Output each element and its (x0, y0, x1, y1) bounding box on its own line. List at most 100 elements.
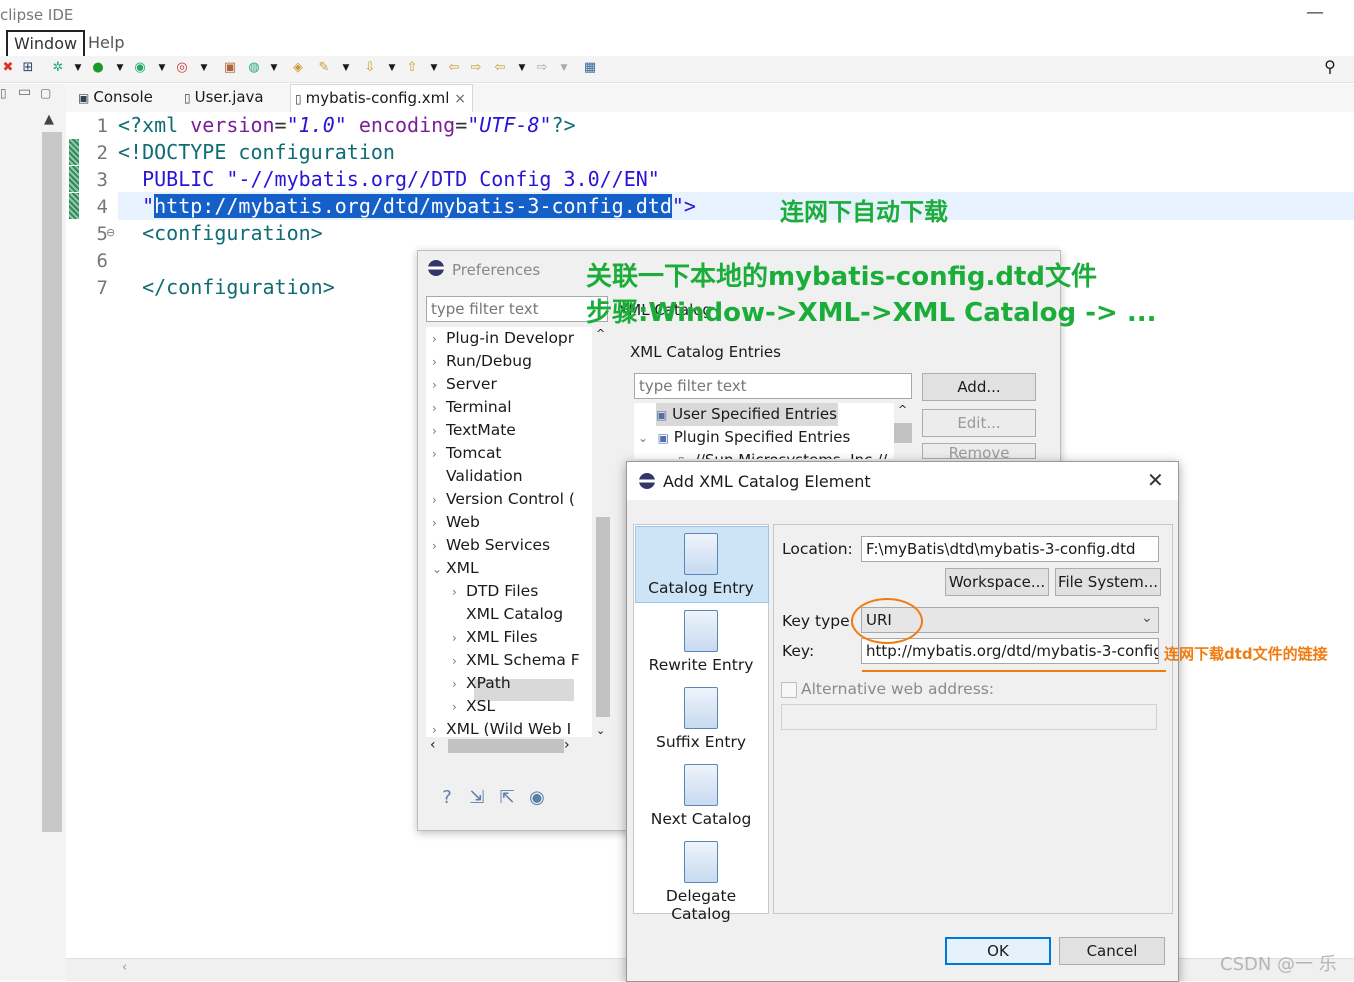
close-tab-icon[interactable]: × (454, 91, 466, 107)
tree-item[interactable]: › XPath (452, 672, 511, 695)
back-dropdown-icon[interactable]: ▼ (514, 60, 530, 76)
expand-chevron-icon[interactable]: › (432, 420, 446, 443)
skip-breakpoints-icon[interactable]: ⊞ (20, 60, 36, 76)
rewrite-entry-item[interactable]: Rewrite Entry (634, 610, 768, 674)
expand-chevron-icon[interactable]: › (432, 535, 446, 558)
tab-user-java[interactable]: ▯ User.java (180, 84, 264, 111)
tree-item[interactable]: › Server (432, 373, 497, 396)
preferences-filter-input[interactable]: type filter text (426, 296, 608, 322)
delegate-catalog-item[interactable]: Delegate Catalog (634, 841, 768, 923)
tree-item[interactable]: › Web (432, 511, 480, 534)
expand-chevron-icon[interactable]: › (432, 328, 446, 351)
key-input[interactable]: http://mybatis.org/dtd/mybatis-3-config (861, 638, 1159, 664)
minimize-button[interactable]: — (1306, 2, 1324, 23)
expand-chevron-icon[interactable]: › (452, 581, 466, 604)
entry-plugin-specified[interactable]: ⌄ ▣ Plugin Specified Entries (638, 426, 850, 449)
ok-button[interactable]: OK (945, 937, 1051, 965)
entry-user-specified[interactable]: ▣ User Specified Entries (656, 403, 837, 426)
expand-chevron-icon[interactable]: › (452, 696, 466, 719)
new-class-dropdown-icon[interactable]: ▼ (266, 60, 282, 76)
export-icon[interactable]: ⇱ (496, 787, 518, 809)
scroll-left-icon[interactable]: ‹ (122, 960, 127, 975)
tree-item[interactable]: › XSL (452, 695, 495, 718)
expand-chevron-icon[interactable]: › (432, 397, 446, 420)
coverage-icon[interactable]: ◉ (132, 60, 148, 76)
menu-window[interactable]: Window (6, 30, 86, 58)
open-type-icon[interactable]: ◈ (290, 60, 306, 76)
maximize-view-icon[interactable]: ▢ (40, 86, 51, 100)
debug-icon[interactable]: ✲ (50, 60, 66, 76)
vertical-scrollbar[interactable] (42, 132, 62, 832)
tree-item[interactable]: › Web Services (432, 534, 550, 557)
add-button[interactable]: Add... (922, 373, 1036, 401)
remove-button[interactable]: Remove (922, 443, 1036, 459)
entries-scroll-thumb[interactable] (894, 423, 912, 443)
next-catalog-item[interactable]: Next Catalog (634, 764, 768, 828)
expand-chevron-icon[interactable]: › (432, 374, 446, 397)
search-icon[interactable]: ⚲ (1322, 59, 1338, 75)
tree-item[interactable]: › Version Control ( (432, 488, 575, 511)
prev-annotation-icon[interactable]: ⇧ (404, 60, 420, 76)
expand-chevron-icon[interactable]: ⌄ (638, 431, 648, 445)
expand-chevron-icon[interactable]: ⌄ (432, 558, 446, 581)
suffix-entry-item[interactable]: Suffix Entry (634, 687, 768, 751)
external-tools-icon[interactable]: ◎ (174, 60, 190, 76)
tree-scroll-thumb[interactable] (596, 517, 610, 717)
back-icon[interactable]: ⇦ (492, 60, 508, 76)
tree-item[interactable]: Validation (432, 465, 523, 488)
forward-icon[interactable]: ⇨ (534, 60, 550, 76)
edit-button[interactable]: Edit... (922, 409, 1036, 437)
tree-horizontal-scrollbar[interactable]: ‹ › (426, 737, 610, 755)
run-dropdown-icon[interactable]: ▼ (112, 60, 128, 76)
tab-console[interactable]: ▣ Console (74, 84, 153, 111)
tree-item[interactable]: XML Catalog (452, 603, 563, 626)
scroll-up-icon[interactable]: ▲ (44, 112, 54, 127)
fold-icon[interactable]: ⊖ (106, 226, 115, 239)
expand-chevron-icon[interactable]: › (432, 351, 446, 374)
search-tool-icon[interactable]: ✎ (316, 60, 332, 76)
expand-chevron-icon[interactable]: › (432, 489, 446, 512)
forward-edit-icon[interactable]: ⇨ (468, 60, 484, 76)
error-icon[interactable]: ✖ (0, 60, 16, 76)
entry-sun[interactable]: ▯ -//Sun Microsystems, Inc.// (678, 449, 887, 459)
expand-chevron-icon[interactable]: › (432, 443, 446, 466)
hscroll-thumb[interactable] (448, 739, 564, 753)
file-system-button[interactable]: File System... (1055, 568, 1161, 596)
scroll-left-icon[interactable]: ‹ (430, 737, 436, 753)
tree-item[interactable]: › XML Files (452, 626, 538, 649)
cancel-button[interactable]: Cancel (1059, 937, 1165, 965)
menu-help[interactable]: Help (82, 32, 130, 54)
coverage-dropdown-icon[interactable]: ▼ (154, 60, 170, 76)
prev-annotation-dropdown-icon[interactable]: ▼ (426, 60, 442, 76)
close-icon[interactable]: ✕ (1147, 468, 1164, 492)
tree-item[interactable]: › Terminal (432, 396, 512, 419)
tree-item[interactable]: › DTD Files (452, 580, 538, 603)
chevron-down-icon[interactable]: ⌄ (1141, 610, 1153, 626)
restore-icon[interactable]: ▯ (0, 86, 7, 100)
help-icon[interactable]: ? (436, 787, 458, 809)
tree-item[interactable]: › XML Schema F (452, 649, 580, 672)
next-annotation-dropdown-icon[interactable]: ▼ (384, 60, 400, 76)
catalog-entry-item[interactable]: Catalog Entry (634, 533, 768, 597)
run-icon[interactable]: ● (90, 60, 106, 76)
catalog-filter-input[interactable]: type filter text (634, 373, 912, 399)
scroll-up-icon[interactable]: ^ (898, 403, 907, 416)
tab-mybatis-config[interactable]: ▯ mybatis-config.xml × (290, 84, 473, 112)
forward-dropdown-icon[interactable]: ▼ (556, 60, 572, 76)
debug-dropdown-icon[interactable]: ▼ (70, 60, 86, 76)
import-icon[interactable]: ⇲ (466, 787, 488, 809)
new-class-icon[interactable]: ◍ (246, 60, 262, 76)
last-edit-icon[interactable]: ⇦ (446, 60, 462, 76)
expand-chevron-icon[interactable]: › (452, 650, 466, 673)
location-input[interactable]: F:\myBatis\dtd\mybatis-3-config.dtd (861, 536, 1159, 562)
external-dropdown-icon[interactable]: ▼ (196, 60, 212, 76)
expand-chevron-icon[interactable]: › (452, 627, 466, 650)
tree-item[interactable]: › Run/Debug (432, 350, 532, 373)
scroll-right-icon[interactable]: › (564, 737, 570, 753)
record-icon[interactable]: ◉ (526, 787, 548, 809)
expand-chevron-icon[interactable]: › (452, 673, 466, 696)
open-perspective-icon[interactable]: ▦ (582, 60, 598, 76)
tree-item[interactable]: › Plug-in Developr (432, 327, 574, 350)
search-dropdown-icon[interactable]: ▼ (338, 60, 354, 76)
tree-item[interactable]: ⌄ XML (432, 557, 479, 580)
